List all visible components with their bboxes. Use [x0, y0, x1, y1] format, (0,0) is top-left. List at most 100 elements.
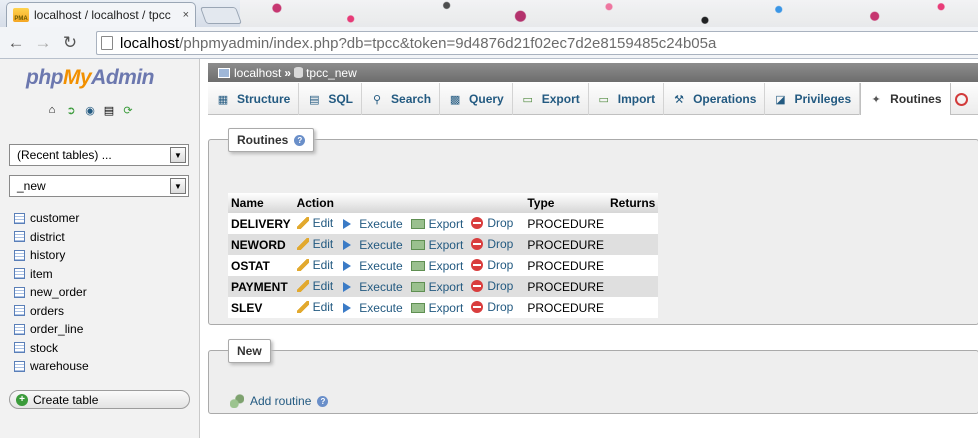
back-arrow-icon[interactable]: ←: [5, 32, 27, 54]
table-icon: [14, 212, 25, 224]
phpmyadmin-logo[interactable]: phpMyAdmin: [26, 66, 154, 90]
new-legend: New: [228, 339, 271, 363]
table-item-district[interactable]: district: [14, 228, 89, 247]
drop-link[interactable]: Drop: [471, 300, 513, 314]
table-item-orders[interactable]: orders: [14, 302, 89, 321]
tab-structure[interactable]: ▦ Structure: [208, 83, 300, 115]
table-icon: [14, 249, 25, 261]
tab-operations[interactable]: ⚒ Operations: [664, 83, 766, 115]
drop-link[interactable]: Drop: [471, 216, 513, 230]
routine-actions: Edit Execute Export Drop: [293, 255, 525, 276]
main-content: localhost » tpcc_new ▦ Structure ▤ SQL ⚲ Se…: [201, 59, 978, 438]
table-item-customer[interactable]: customer: [14, 209, 89, 228]
new-tab-button[interactable]: [199, 7, 243, 24]
export-link[interactable]: Export: [410, 259, 463, 273]
docs-icon[interactable]: ▤: [102, 103, 116, 117]
tab-routines[interactable]: ✦ Routines: [860, 83, 951, 115]
address-bar[interactable]: localhost/phpmyadmin/index.php?db=tpcc&t…: [96, 31, 978, 55]
routine-type: PROCEDURE: [524, 276, 608, 297]
tab-privileges[interactable]: ◪ Privileges: [765, 83, 861, 115]
table-icon: [14, 286, 25, 298]
export-link[interactable]: Export: [410, 280, 463, 294]
logout-icon[interactable]: ➲: [64, 103, 78, 117]
export-link[interactable]: Export: [410, 217, 463, 231]
drop-icon: [471, 216, 484, 229]
edit-link[interactable]: Edit: [296, 216, 333, 230]
browser-tab-strip: PMA localhost / localhost / tpcc ×: [0, 0, 978, 27]
routine-name: OSTAT: [228, 255, 294, 276]
add-routine-link[interactable]: Add routine ?: [230, 394, 329, 408]
reload-nav-icon[interactable]: ⟳: [121, 103, 135, 117]
tab-close-icon[interactable]: ×: [183, 9, 189, 21]
pma-favicon-icon: PMA: [13, 8, 29, 22]
database-select[interactable]: _new ▼: [9, 175, 189, 197]
routine-type: PROCEDURE: [524, 213, 608, 234]
execute-link[interactable]: Execute: [341, 259, 403, 273]
column-header-name[interactable]: Name: [228, 193, 294, 213]
routines-icon: ✦: [871, 93, 881, 106]
edit-link[interactable]: Edit: [296, 237, 333, 251]
table-item-warehouse[interactable]: warehouse: [14, 357, 89, 376]
drop-icon: [471, 279, 484, 292]
drop-link[interactable]: Drop: [471, 237, 513, 251]
create-table-button[interactable]: + Create table: [9, 390, 190, 409]
tab-sql[interactable]: ▤ SQL: [299, 83, 363, 115]
forward-arrow-icon[interactable]: →: [32, 32, 54, 54]
execute-link[interactable]: Execute: [341, 217, 403, 231]
browser-toolbar: ← → ↻ localhost/phpmyadmin/index.php?db=…: [0, 27, 978, 59]
table-item-order-line[interactable]: order_line: [14, 320, 89, 339]
routine-type: PROCEDURE: [524, 255, 608, 276]
table-item-new-order[interactable]: new_order: [14, 283, 89, 302]
export-icon: [410, 302, 425, 313]
edit-icon: [296, 258, 309, 271]
tab-title: localhost / localhost / tpcc: [34, 8, 171, 22]
breadcrumb-separator: »: [284, 65, 292, 80]
export-icon: [410, 281, 425, 292]
routine-name: PAYMENT: [228, 276, 294, 297]
recent-tables-select[interactable]: (Recent tables) ... ▼: [9, 144, 189, 166]
wrench-icon: ⚒: [674, 93, 685, 106]
table-item-stock[interactable]: stock: [14, 339, 89, 358]
structure-icon: ▦: [217, 93, 229, 106]
execute-icon: [343, 302, 352, 313]
edit-link[interactable]: Edit: [296, 258, 333, 272]
new-panel: New Add routine ?: [208, 339, 978, 414]
execute-link[interactable]: Execute: [341, 238, 403, 252]
query-window-icon[interactable]: ◉: [83, 103, 97, 117]
execute-link[interactable]: Execute: [341, 280, 403, 294]
tab-events-partial[interactable]: [951, 83, 976, 115]
table-icon: [14, 342, 25, 354]
help-icon[interactable]: ?: [294, 134, 306, 146]
drop-link[interactable]: Drop: [471, 279, 513, 293]
edit-link[interactable]: Edit: [296, 300, 333, 314]
tab-import[interactable]: ▭ Import: [589, 83, 665, 115]
export-link[interactable]: Export: [410, 301, 463, 315]
column-header-type[interactable]: Type: [524, 193, 608, 213]
table-item-history[interactable]: history: [14, 246, 89, 265]
table-item-item[interactable]: item: [14, 265, 89, 284]
breadcrumb-server[interactable]: localhost: [234, 66, 281, 80]
execute-icon: [343, 281, 352, 292]
home-icon[interactable]: ⌂: [45, 103, 59, 117]
help-icon[interactable]: ?: [317, 395, 329, 407]
export-icon: [410, 239, 425, 250]
reload-icon[interactable]: ↻: [59, 32, 81, 54]
execute-link[interactable]: Execute: [341, 301, 403, 315]
tab-query[interactable]: ▩ Query: [440, 83, 513, 115]
url-text[interactable]: localhost/phpmyadmin/index.php?db=tpcc&t…: [120, 35, 716, 52]
column-header-returns[interactable]: Returns: [607, 193, 659, 213]
edit-link[interactable]: Edit: [296, 279, 333, 293]
browser-tab[interactable]: PMA localhost / localhost / tpcc ×: [6, 2, 196, 27]
export-link[interactable]: Export: [410, 238, 463, 252]
table-icon: [14, 323, 25, 335]
drop-link[interactable]: Drop: [471, 258, 513, 272]
chevron-down-icon: ▼: [170, 147, 186, 163]
privileges-icon: ◪: [775, 93, 786, 106]
tab-search[interactable]: ⚲ Search: [362, 83, 441, 115]
breadcrumb-database[interactable]: tpcc_new: [306, 66, 357, 80]
tab-export[interactable]: ▭ Export: [513, 83, 589, 115]
breadcrumb: localhost » tpcc_new: [208, 63, 978, 82]
routine-returns: [607, 297, 659, 318]
add-routine-icon: [230, 394, 244, 408]
routine-actions: Edit Execute Export Drop: [293, 234, 525, 255]
